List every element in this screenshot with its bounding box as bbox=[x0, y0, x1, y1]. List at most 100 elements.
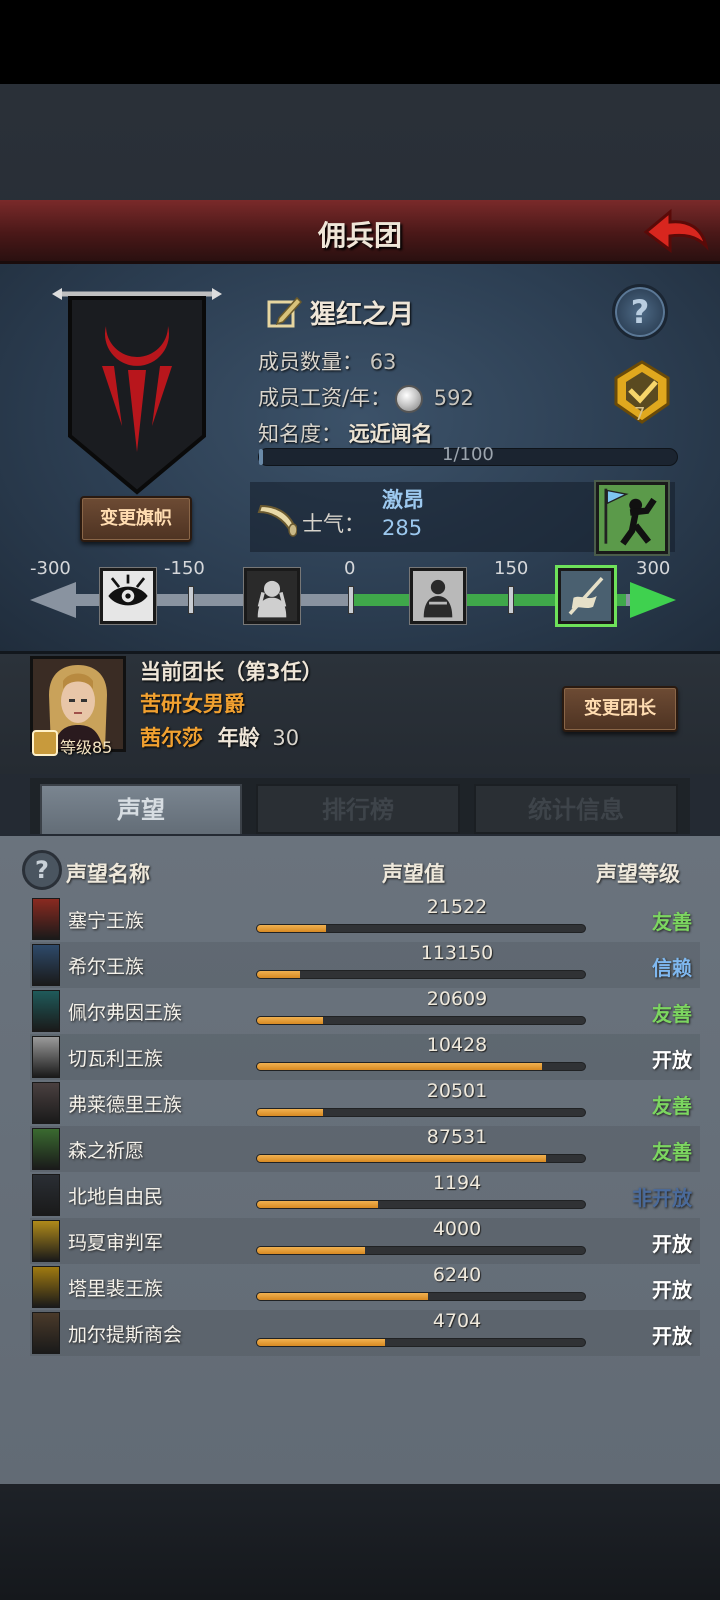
reputation-level: 友善 bbox=[652, 910, 692, 934]
reputation-row[interactable]: 弗莱德里王族 20501 友善 bbox=[30, 1080, 700, 1126]
reputation-progress-bar bbox=[256, 1016, 586, 1025]
rally-icon[interactable] bbox=[558, 568, 614, 624]
reputation-value: 1194 bbox=[432, 1172, 482, 1194]
salary-label: 成员工资/年： bbox=[258, 386, 392, 410]
fame-value: 远近闻名 bbox=[348, 422, 433, 446]
reputation-progress-bar bbox=[256, 1200, 586, 1209]
tab-reputation[interactable]: 声望 bbox=[40, 784, 242, 834]
faction-name: 弗莱德里王族 bbox=[68, 1094, 183, 1116]
reputation-progress-fill bbox=[257, 971, 300, 978]
guild-name: 猩红之月 bbox=[310, 300, 415, 330]
scale-right-arrow bbox=[630, 582, 676, 618]
jiartisi-guild-icon bbox=[32, 1312, 60, 1354]
reputation-level: 开放 bbox=[652, 1232, 692, 1256]
reputation-value: 20609 bbox=[426, 988, 488, 1010]
reputation-level: 友善 bbox=[652, 1002, 692, 1026]
reputation-row[interactable]: 佩尔弗因王族 20609 友善 bbox=[30, 988, 700, 1034]
reputation-progress-bar bbox=[256, 1154, 586, 1163]
reputation-value: 21522 bbox=[426, 896, 488, 918]
faction-name: 塔里裴王族 bbox=[68, 1278, 164, 1300]
northland-icon bbox=[32, 1174, 60, 1216]
saining-crest-icon bbox=[32, 898, 60, 940]
qiewali-crest-icon bbox=[32, 1036, 60, 1078]
faction-name: 加尔提斯商会 bbox=[68, 1324, 183, 1346]
reputation-level: 友善 bbox=[652, 1140, 692, 1164]
salary-value: 592 bbox=[433, 386, 474, 410]
tab-leaderboard[interactable]: 排行榜 bbox=[256, 784, 460, 834]
faction-name: 佩尔弗因王族 bbox=[68, 1002, 183, 1024]
reputation-help-button[interactable]: ? bbox=[22, 850, 62, 890]
reputation-level: 信赖 bbox=[652, 956, 692, 980]
reputation-row[interactable]: 北地自由民 1194 非开放 bbox=[30, 1172, 700, 1218]
scale-label: 300 bbox=[636, 558, 671, 579]
back-arrow-icon bbox=[643, 208, 709, 253]
reputation-value: 87531 bbox=[426, 1126, 488, 1148]
reputation-progress-bar bbox=[256, 970, 586, 979]
calm-icon[interactable] bbox=[410, 568, 466, 624]
reputation-value: 10428 bbox=[426, 1034, 488, 1056]
scale-label: 150 bbox=[494, 558, 529, 579]
reputation-value: 20501 bbox=[426, 1080, 488, 1102]
header-value: 声望值 bbox=[382, 862, 445, 886]
reputation-row[interactable]: 塞宁王族 21522 友善 bbox=[30, 896, 700, 942]
leader-title: 当前团长（第3任） bbox=[140, 660, 323, 684]
member-count-label: 成员数量： bbox=[258, 350, 363, 374]
xier-crest-icon bbox=[32, 944, 60, 986]
reputation-row[interactable]: 加尔提斯商会 4704 开放 bbox=[30, 1310, 700, 1356]
change-leader-button[interactable]: 变更团长 bbox=[562, 686, 678, 732]
talipei-crest-icon bbox=[32, 1266, 60, 1308]
reputation-progress-fill bbox=[257, 1017, 323, 1024]
eye-icon[interactable] bbox=[100, 568, 156, 624]
reputation-progress-fill bbox=[257, 1293, 428, 1300]
horn-icon bbox=[257, 504, 297, 537]
reputation-progress-fill bbox=[257, 1109, 323, 1116]
scale-tick bbox=[188, 586, 194, 614]
reputation-level: 非开放 bbox=[632, 1186, 692, 1210]
reputation-progress-fill bbox=[257, 925, 326, 932]
reputation-progress-bar bbox=[256, 1062, 586, 1071]
help-button[interactable]: ? bbox=[612, 284, 668, 340]
scale-tick bbox=[508, 586, 514, 614]
morale-label: 士气： bbox=[302, 512, 365, 536]
fame-progress-text: 1/100 bbox=[442, 444, 494, 465]
edit-name-icon[interactable] bbox=[265, 292, 303, 330]
back-arrow-button[interactable] bbox=[640, 206, 710, 258]
rally-flag-icon[interactable] bbox=[596, 482, 668, 554]
guild-info-panel: 变更旗帜 猩红之月 ? 成员数量： 63 成员工资/年： 592 知名度： 远近… bbox=[0, 264, 720, 654]
peierfuyin-crest-icon bbox=[32, 990, 60, 1032]
reputation-progress-fill bbox=[257, 1201, 379, 1208]
reputation-row[interactable]: 希尔王族 113150 信赖 bbox=[30, 942, 700, 988]
guild-banner-icon bbox=[52, 288, 222, 495]
page-title: 佣兵团 bbox=[317, 219, 402, 252]
despair-icon[interactable] bbox=[244, 568, 300, 624]
fame-progress-fill bbox=[259, 449, 264, 465]
reputation-row[interactable]: 塔里裴王族 6240 开放 bbox=[30, 1264, 700, 1310]
reputation-level: 开放 bbox=[652, 1278, 692, 1302]
scale-left-arrow bbox=[30, 582, 76, 618]
morale-status: 激昂 bbox=[382, 488, 424, 512]
tab-statistics[interactable]: 统计信息 bbox=[474, 784, 678, 834]
title-bar: 佣兵团 bbox=[0, 200, 720, 264]
reputation-progress-bar bbox=[256, 1246, 586, 1255]
faction-name: 切瓦利王族 bbox=[68, 1048, 164, 1070]
reputation-progress-fill bbox=[257, 1063, 543, 1070]
reputation-level: 开放 bbox=[652, 1048, 692, 1072]
reputation-progress-bar bbox=[256, 1108, 586, 1117]
scale-tick bbox=[348, 586, 354, 614]
faction-name: 塞宁王族 bbox=[68, 910, 145, 932]
scale-label: -150 bbox=[164, 558, 205, 579]
header-name: 声望名称 bbox=[66, 862, 150, 886]
silver-coin-icon bbox=[395, 385, 424, 413]
bottom-bar bbox=[0, 1484, 720, 1600]
age-label: 年龄 bbox=[217, 726, 260, 750]
leader-level: 等级85 bbox=[60, 738, 113, 757]
leader-rank: 苦研女男爵 bbox=[140, 692, 245, 716]
reputation-row[interactable]: 玛夏审判军 4000 开放 bbox=[30, 1218, 700, 1264]
reputation-row[interactable]: 切瓦利王族 10428 开放 bbox=[30, 1034, 700, 1080]
age-value: 30 bbox=[272, 726, 300, 750]
fame-label: 知名度： bbox=[258, 422, 342, 446]
reputation-row[interactable]: 森之祈愿 87531 友善 bbox=[30, 1126, 700, 1172]
change-banner-button[interactable]: 变更旗帜 bbox=[80, 496, 192, 542]
member-count-row: 成员数量： 63 bbox=[258, 346, 396, 376]
reputation-progress-fill bbox=[257, 1155, 546, 1162]
